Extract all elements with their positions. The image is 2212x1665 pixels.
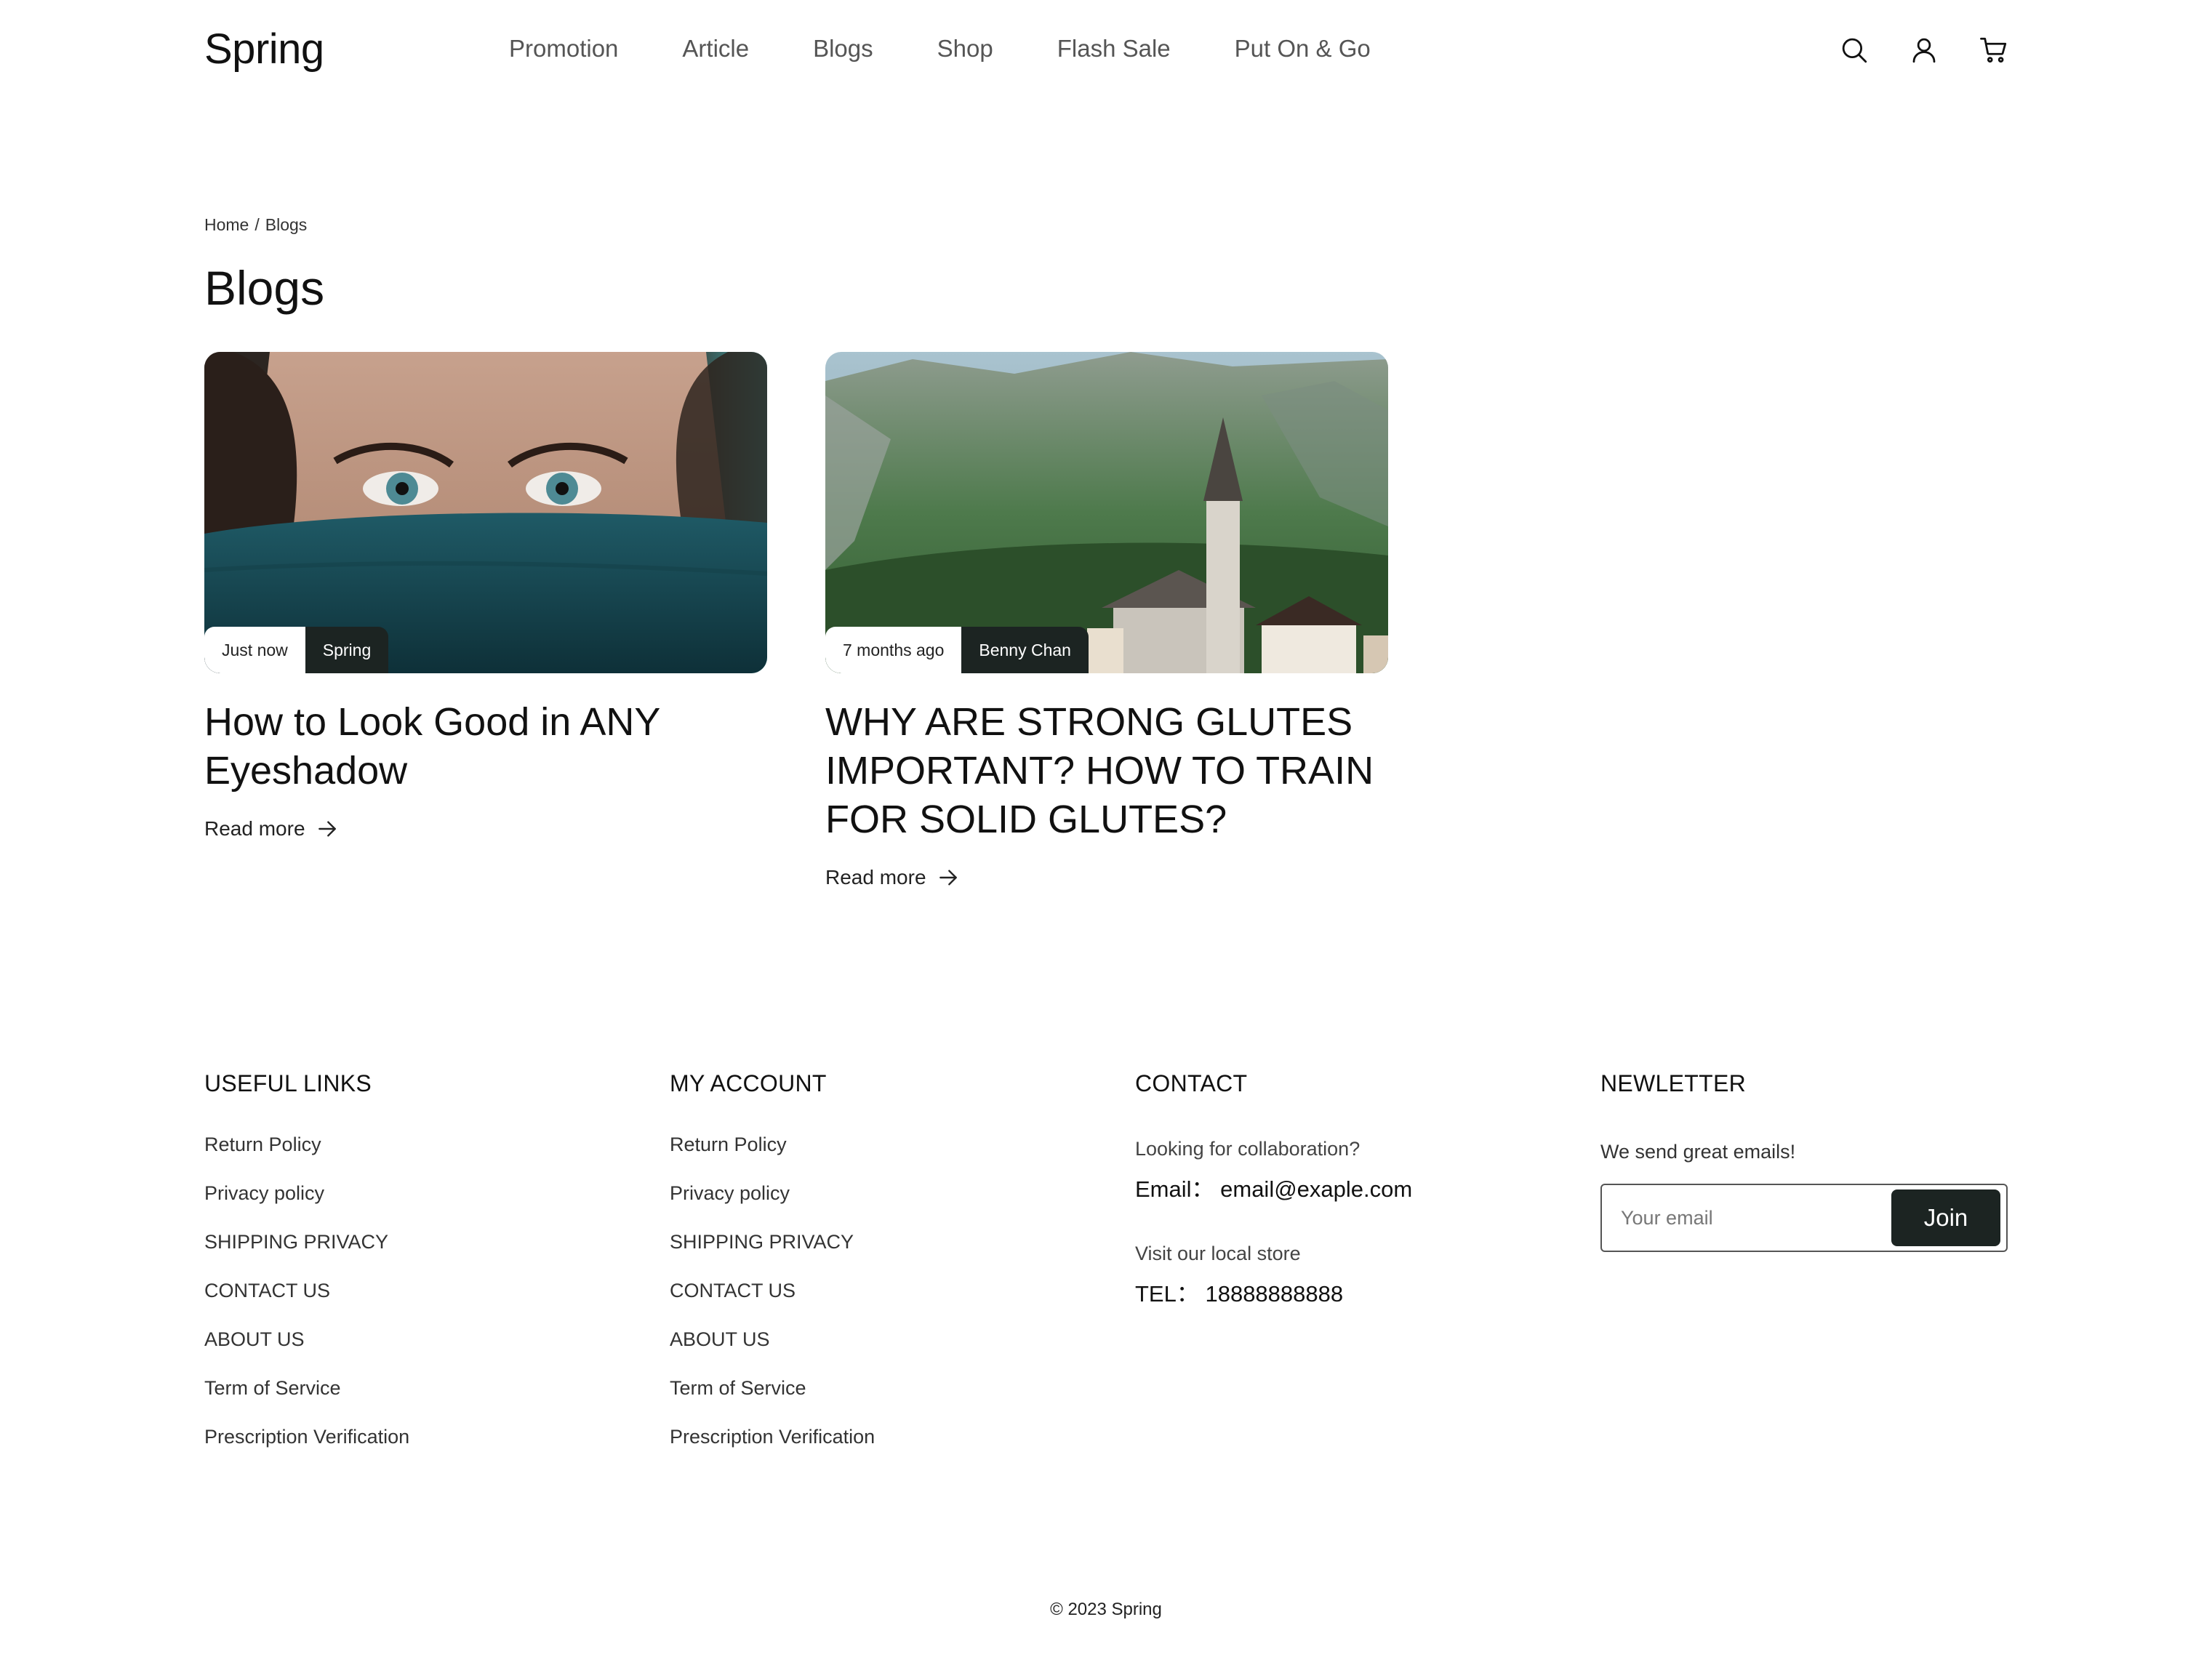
- breadcrumb-current: Blogs: [265, 215, 308, 234]
- blog-card-meta: 7 months ago Benny Chan: [825, 627, 1089, 673]
- footer-link-prescription[interactable]: Prescription Verification: [204, 1427, 409, 1447]
- footer-heading: NEWLETTER: [1600, 1070, 1747, 1096]
- blog-card: Just now Spring How to Look Good in ANY …: [204, 352, 767, 840]
- footer-link-shipping-privacy[interactable]: SHIPPING PRIVACY: [204, 1232, 409, 1252]
- arrow-right-icon: [939, 870, 957, 886]
- site-logo[interactable]: Spring: [204, 25, 324, 73]
- read-more-label: Read more: [825, 866, 926, 888]
- post-date-badge: 7 months ago: [825, 627, 962, 673]
- breadcrumb: Home / Blogs: [204, 215, 307, 235]
- post-author-badge[interactable]: Benny Chan: [961, 627, 1089, 673]
- email-field[interactable]: [1603, 1187, 1894, 1249]
- copyright: © 2023 Spring: [1050, 1600, 1162, 1619]
- footer-link-list: Return Policy Privacy policy SHIPPING PR…: [204, 1135, 409, 1447]
- join-button[interactable]: Join: [1891, 1189, 2000, 1246]
- read-more-link[interactable]: Read more: [825, 866, 960, 889]
- footer-link-contact-us[interactable]: CONTACT US: [204, 1281, 409, 1301]
- collab-label: Looking for collaboration?: [1135, 1138, 1361, 1160]
- contact-info: Looking for collaboration? Email： email@…: [1135, 1138, 1412, 1308]
- site-header: Spring Promotion Article Blogs Shop Flas…: [0, 0, 2212, 99]
- footer-newsletter: NEWLETTER We send great emails! Join: [1600, 1070, 2008, 1252]
- user-icon[interactable]: [1906, 32, 1942, 68]
- footer-link-privacy-policy[interactable]: Privacy policy: [204, 1184, 409, 1203]
- footer-link-prescription[interactable]: Prescription Verification: [670, 1427, 875, 1447]
- footer-useful-links: USEFUL LINKS Return Policy Privacy polic…: [204, 1070, 409, 1476]
- read-more-link[interactable]: Read more: [204, 817, 339, 840]
- page-title: Blogs: [204, 261, 325, 315]
- arrow-right-icon: [318, 821, 336, 837]
- footer-contact: CONTACT Looking for collaboration? Email…: [1135, 1070, 1412, 1308]
- nav-item-article[interactable]: Article: [682, 35, 749, 63]
- footer-link-return-policy[interactable]: Return Policy: [204, 1135, 409, 1155]
- footer-link-list: Return Policy Privacy policy SHIPPING PR…: [670, 1135, 875, 1447]
- footer-heading: CONTACT: [1135, 1070, 1248, 1096]
- footer-link-terms[interactable]: Term of Service: [204, 1379, 409, 1398]
- breadcrumb-home[interactable]: Home: [204, 215, 249, 235]
- nav-item-blogs[interactable]: Blogs: [813, 35, 873, 63]
- breadcrumb-separator: /: [255, 215, 260, 234]
- footer-link-shipping-privacy[interactable]: SHIPPING PRIVACY: [670, 1232, 875, 1252]
- search-icon[interactable]: [1836, 32, 1872, 68]
- nav-item-flash-sale[interactable]: Flash Sale: [1057, 35, 1171, 63]
- post-date-badge: Just now: [204, 627, 305, 673]
- footer-my-account: MY ACCOUNT Return Policy Privacy policy …: [670, 1070, 875, 1476]
- contact-email[interactable]: Email： email@exaple.com: [1135, 1171, 1412, 1203]
- footer-link-about-us[interactable]: ABOUT US: [670, 1330, 875, 1349]
- footer-heading: USEFUL LINKS: [204, 1070, 372, 1096]
- header-actions: [1836, 32, 2012, 68]
- contact-phone[interactable]: TEL： 18888888888: [1135, 1275, 1412, 1308]
- nav-item-promotion[interactable]: Promotion: [509, 35, 618, 63]
- footer-link-contact-us[interactable]: CONTACT US: [670, 1281, 875, 1301]
- nav-item-shop[interactable]: Shop: [937, 35, 993, 63]
- footer-link-return-policy[interactable]: Return Policy: [670, 1135, 875, 1155]
- read-more-label: Read more: [204, 817, 305, 840]
- blog-card-title[interactable]: WHY ARE STRONG GLUTES IMPORTANT? HOW TO …: [825, 698, 1388, 844]
- footer-link-privacy-policy[interactable]: Privacy policy: [670, 1184, 875, 1203]
- blog-card-meta: Just now Spring: [204, 627, 389, 673]
- footer-link-terms[interactable]: Term of Service: [670, 1379, 875, 1398]
- blog-card-image[interactable]: 7 months ago Benny Chan: [825, 352, 1388, 673]
- footer-link-about-us[interactable]: ABOUT US: [204, 1330, 409, 1349]
- blog-card-image[interactable]: Just now Spring: [204, 352, 767, 673]
- newsletter-form: Join: [1600, 1184, 2008, 1252]
- cart-icon[interactable]: [1976, 32, 2012, 68]
- nav-item-put-on-go[interactable]: Put On & Go: [1235, 35, 1371, 63]
- newsletter-text: We send great emails!: [1600, 1141, 1796, 1163]
- store-label: Visit our local store: [1135, 1243, 1301, 1264]
- footer-heading: MY ACCOUNT: [670, 1070, 827, 1096]
- blog-card: 7 months ago Benny Chan WHY ARE STRONG G…: [825, 352, 1388, 889]
- main-nav: Promotion Article Blogs Shop Flash Sale …: [509, 35, 1435, 63]
- post-author-badge[interactable]: Spring: [305, 627, 389, 673]
- blog-card-title[interactable]: How to Look Good in ANY Eyeshadow: [204, 698, 767, 795]
